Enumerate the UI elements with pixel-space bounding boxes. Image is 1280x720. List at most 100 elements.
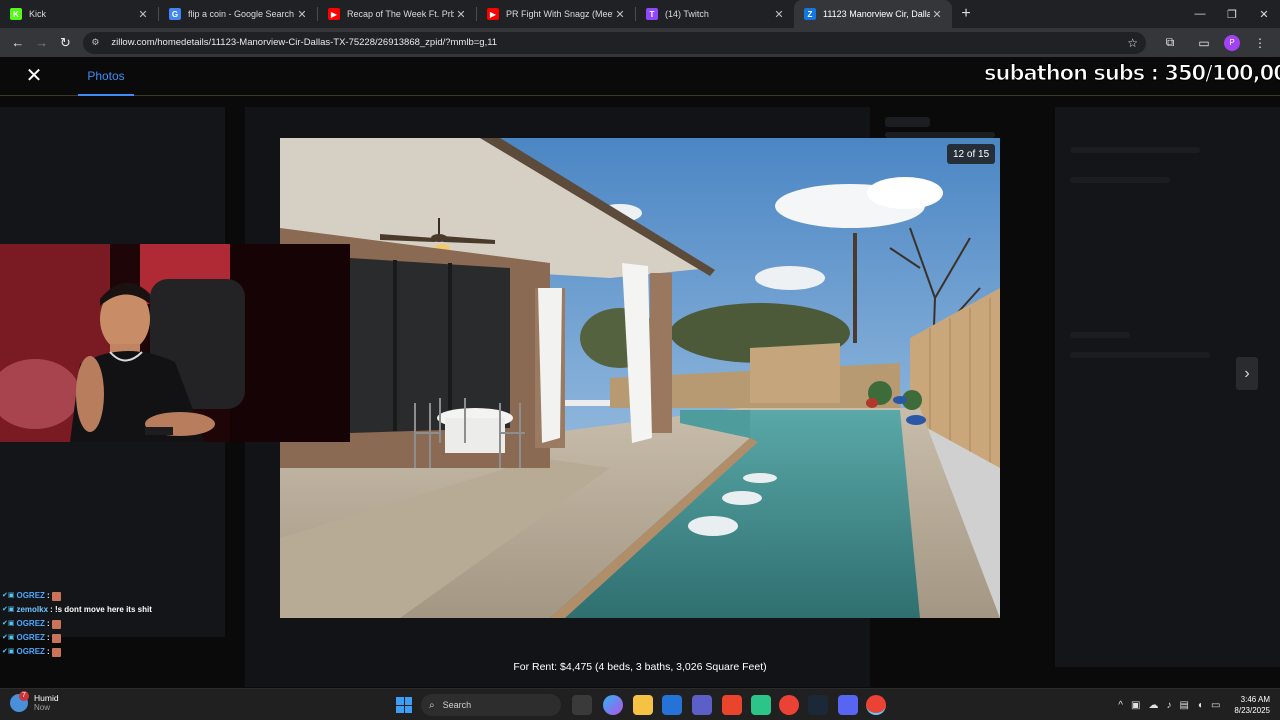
chat-badge-icon: ✔▣ <box>2 648 15 655</box>
chat-text: : <box>46 647 50 656</box>
browser-tab[interactable]: Z 11123 Manorview Cir, Dallas, TX✕ <box>794 0 952 28</box>
webcam-feed <box>0 244 350 442</box>
cloud-icon[interactable]: ☁ <box>1148 700 1158 711</box>
weather-sub: Now <box>34 703 51 712</box>
window-controls: — ❐ ✕ <box>1184 0 1280 28</box>
chat-text: : <box>46 619 50 628</box>
microphone-icon[interactable]: ♪ <box>1166 700 1171 711</box>
chat-message: ✔▣ OGREZ: <box>2 645 152 659</box>
tab-close-icon[interactable]: ✕ <box>772 8 786 21</box>
patio-pool-image <box>280 138 1000 618</box>
chat-username: OGREZ <box>16 591 45 600</box>
background-text <box>885 117 930 127</box>
start-button[interactable] <box>396 697 412 713</box>
streamer-webcam <box>0 244 350 442</box>
discord-icon[interactable] <box>838 695 858 715</box>
chat-emote-icon <box>51 647 61 657</box>
browser-toolbar: ← → ↻ ⚙ zillow.com/homedetails/11123-Man… <box>0 28 1280 57</box>
tab-title: flip a coin - Google Search <box>188 9 295 19</box>
tray-app-icon[interactable]: ▣ <box>1131 700 1140 711</box>
search-icon: ⌕ <box>429 699 435 711</box>
close-icon[interactable]: ✕ <box>24 66 44 86</box>
volume-icon[interactable]: ◖ <box>1197 700 1203 711</box>
menu-kebab-icon[interactable]: ⋮ <box>1246 31 1274 55</box>
background-text <box>1070 332 1130 338</box>
clock[interactable]: 3:46 AM 8/23/2025 <box>1234 694 1270 716</box>
chat-message: ✔▣ zemolkx: !s dont move here its shit <box>2 603 152 617</box>
clock-date: 8/23/2025 <box>1234 706 1270 715</box>
chat-emote-icon <box>51 633 61 643</box>
clock-time: 3:46 AM <box>1240 695 1270 704</box>
tab-title: Kick <box>29 9 47 19</box>
photo-caption: For Rent: $4,475 (4 beds, 3 baths, 3,026… <box>513 661 767 673</box>
browser-tab[interactable]: Gflip a coin - Google Search ✕ <box>159 0 317 28</box>
tab-favicon-icon: K <box>10 8 22 20</box>
photo-counter: 12 of 15 <box>947 144 996 164</box>
copilot-icon[interactable] <box>603 695 623 715</box>
store-icon[interactable] <box>662 695 682 715</box>
site-info-icon[interactable]: ⚙ <box>91 37 105 48</box>
tab-close-icon[interactable]: ✕ <box>454 8 468 21</box>
chat-username: OGREZ <box>16 647 45 656</box>
tab-favicon-icon: G <box>169 8 181 20</box>
battery-icon[interactable]: ▭ <box>1211 700 1220 711</box>
bookmark-star-icon[interactable]: ☆ <box>1127 36 1138 50</box>
browser-tab[interactable]: ▶ PR Fight With Snagz (Meets Up✕ <box>477 0 635 28</box>
tab-close-icon[interactable]: ✕ <box>136 8 150 21</box>
chrome-icon[interactable] <box>779 695 799 715</box>
tab-close-icon[interactable]: ✕ <box>295 8 309 21</box>
browser-tab[interactable]: T (14) Twitch ✕ <box>636 0 794 28</box>
listing-photo[interactable] <box>280 138 1000 618</box>
next-photo-button[interactable]: › <box>1236 357 1258 390</box>
weather-widget[interactable]: 7 Humid Now <box>10 690 59 712</box>
chevron-up-icon[interactable]: ^ <box>1118 700 1123 711</box>
close-window-icon[interactable]: ✕ <box>1248 0 1280 28</box>
chat-emote-icon <box>51 591 61 601</box>
chat-message: ✔▣ OGREZ: <box>2 631 152 645</box>
url-text[interactable]: zillow.com/homedetails/11123-Manorview-C… <box>111 37 1127 48</box>
chrome-active-icon[interactable] <box>866 695 886 715</box>
chat-badge-icon: ✔▣ <box>2 620 15 627</box>
file-explorer-icon[interactable] <box>633 695 653 715</box>
tab-favicon-icon: Z <box>804 8 816 20</box>
forward-icon[interactable]: → <box>30 31 54 55</box>
taskbar-search[interactable]: ⌕ Search <box>421 694 561 716</box>
extensions-icon[interactable]: ⧉ <box>1156 31 1184 55</box>
tab-title: Recap of The Week Ft. Prbeensk <box>347 9 454 19</box>
sidepanel-icon[interactable]: ▭ <box>1190 31 1218 55</box>
chat-emote-icon <box>51 619 61 629</box>
brave-icon[interactable] <box>722 695 742 715</box>
chat-badge-icon: ✔▣ <box>2 592 15 599</box>
browser-tab-strip: K Kick ✕ Gflip a coin - Google Search ✕ ▶ Reca… <box>0 0 1280 28</box>
search-placeholder: Search <box>442 700 472 710</box>
task-view-icon[interactable] <box>572 695 592 715</box>
address-bar[interactable]: ⚙ zillow.com/homedetails/11123-Manorview… <box>83 31 1146 54</box>
tab-photos[interactable]: Photos <box>78 57 134 96</box>
back-icon[interactable]: ← <box>6 31 30 55</box>
chat-badge-icon: ✔▣ <box>2 606 15 613</box>
tab-close-icon[interactable]: ✕ <box>930 8 944 21</box>
notification-badge: 7 <box>19 690 29 701</box>
weather-label: Humid <box>34 693 59 703</box>
teams-icon[interactable] <box>692 695 712 715</box>
tab-title: (14) Twitch <box>665 9 709 19</box>
app-icon[interactable] <box>751 695 771 715</box>
browser-tab[interactable]: K Kick ✕ <box>0 0 158 28</box>
new-tab-button[interactable]: + <box>952 0 980 28</box>
steam-icon[interactable] <box>808 695 828 715</box>
system-tray: ^ ▣ ☁ ♪ ▤ ◖ ▭ 3:46 AM 8/23/2025 <box>1118 689 1270 720</box>
tab-favicon-icon: ▶ <box>487 8 499 20</box>
minimize-icon[interactable]: — <box>1184 0 1216 28</box>
tab-favicon-icon: T <box>646 8 658 20</box>
restore-icon[interactable]: ❐ <box>1216 0 1248 28</box>
browser-tab[interactable]: ▶ Recap of The Week Ft. Prbeensk✕ <box>318 0 476 28</box>
chat-username: OGREZ <box>16 633 45 642</box>
background-text <box>1070 177 1170 183</box>
tab-favicon-icon: ▶ <box>328 8 340 20</box>
profile-avatar[interactable]: P <box>1223 34 1240 51</box>
weather-icon: 7 <box>10 690 29 712</box>
zillow-photo-lightbox: ✕ Photos subathon subs : 350/100,000 12 … <box>0 57 1280 688</box>
network-icon[interactable]: ▤ <box>1179 700 1188 711</box>
tab-close-icon[interactable]: ✕ <box>613 8 627 21</box>
reload-icon[interactable]: ↻ <box>54 31 78 55</box>
